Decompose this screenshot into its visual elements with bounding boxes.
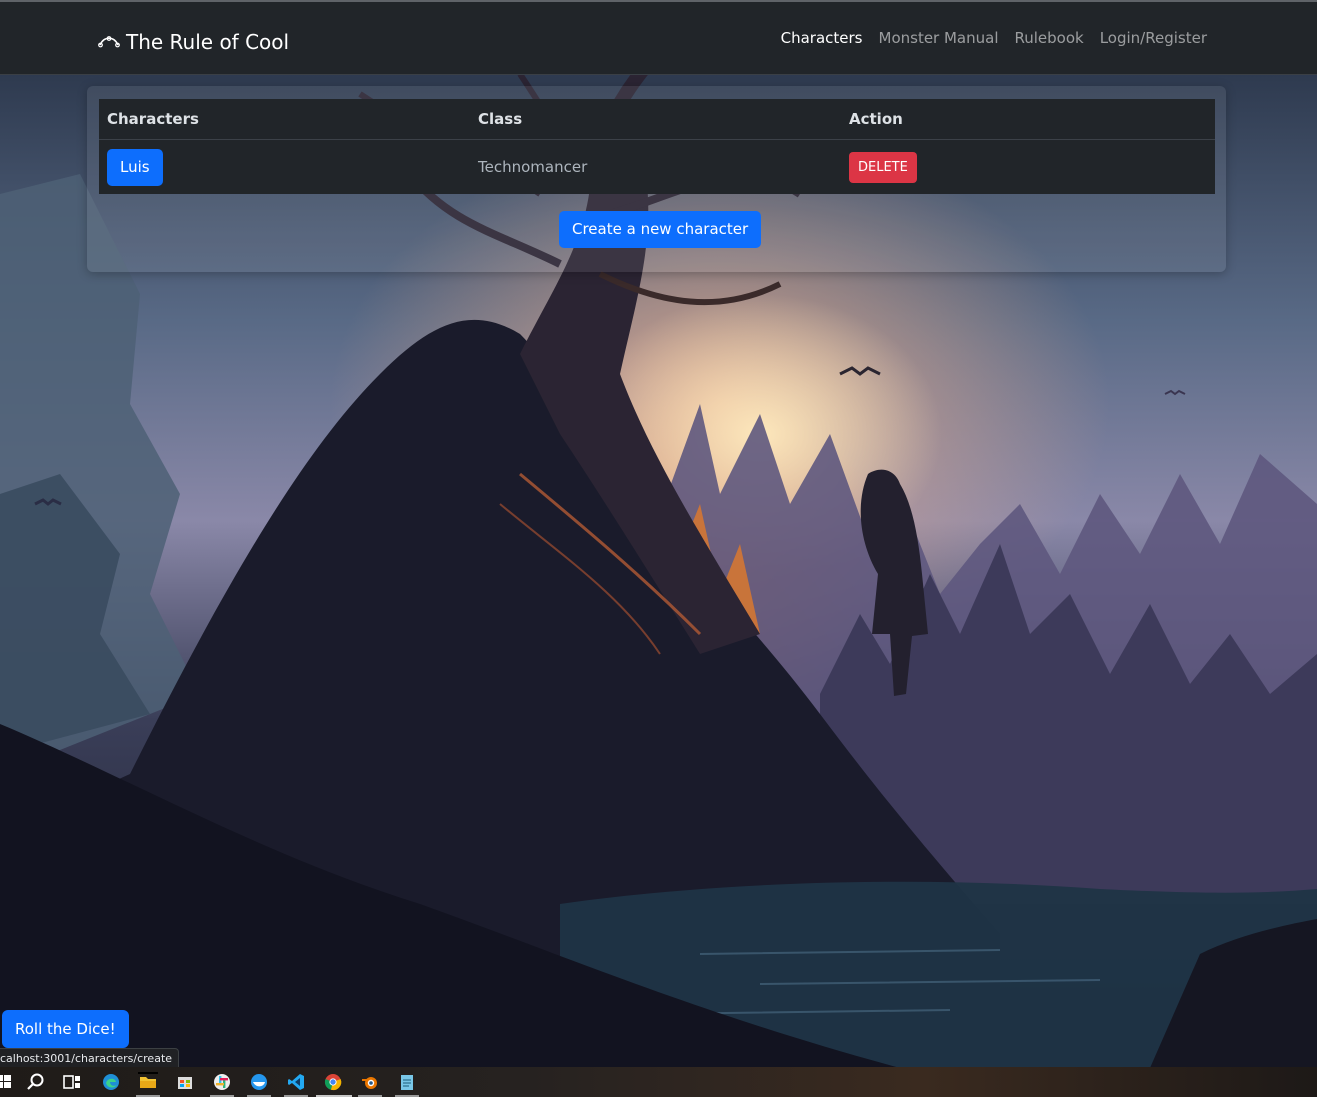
nav-link-monster-manual[interactable]: Monster Manual: [879, 29, 999, 47]
search-icon[interactable]: [26, 1072, 46, 1092]
top-navbar: The Rule of Cool Characters Monster Manu…: [0, 2, 1317, 75]
table-header-row: Characters Class Action: [99, 99, 1215, 140]
table-row: Luis Technomancer DELETE: [99, 140, 1215, 195]
brand[interactable]: The Rule of Cool: [98, 28, 289, 56]
edge-icon[interactable]: [101, 1072, 121, 1092]
characters-table: Characters Class Action Luis Technomance…: [99, 99, 1215, 194]
task-view-icon[interactable]: [62, 1072, 82, 1092]
windows-taskbar: [0, 1067, 1317, 1097]
microsoft-store-icon[interactable]: [175, 1072, 195, 1092]
browser-status-url: calhost:3001/characters/create: [0, 1048, 180, 1069]
chrome-icon[interactable]: [323, 1072, 343, 1092]
character-action-cell: DELETE: [841, 140, 1215, 195]
roll-dice-button[interactable]: Roll the Dice!: [2, 1010, 129, 1048]
character-button-luis[interactable]: Luis: [107, 148, 163, 186]
windows-start-icon[interactable]: [0, 1072, 14, 1092]
header-class: Class: [470, 99, 841, 140]
header-characters: Characters: [99, 99, 470, 140]
docker-icon[interactable]: [249, 1072, 269, 1092]
vscode-icon[interactable]: [286, 1072, 306, 1092]
character-class-cell: Technomancer: [478, 158, 588, 176]
character-name-cell: Luis: [99, 140, 470, 195]
brand-title: The Rule of Cool: [126, 30, 290, 54]
create-character-button[interactable]: Create a new character: [559, 211, 762, 248]
blender-icon[interactable]: [360, 1072, 380, 1092]
nav-links: Characters Monster Manual Rulebook Login…: [781, 29, 1207, 47]
bezier-curve-icon: [98, 36, 120, 48]
header-action: Action: [841, 99, 1215, 140]
nav-link-login-register[interactable]: Login/Register: [1100, 29, 1207, 47]
slack-icon[interactable]: [212, 1072, 232, 1092]
delete-button[interactable]: DELETE: [849, 151, 917, 183]
nav-link-characters[interactable]: Characters: [781, 29, 863, 47]
file-explorer-icon[interactable]: [138, 1072, 158, 1092]
notepad-icon[interactable]: [397, 1072, 417, 1092]
nav-link-rulebook[interactable]: Rulebook: [1015, 29, 1084, 47]
